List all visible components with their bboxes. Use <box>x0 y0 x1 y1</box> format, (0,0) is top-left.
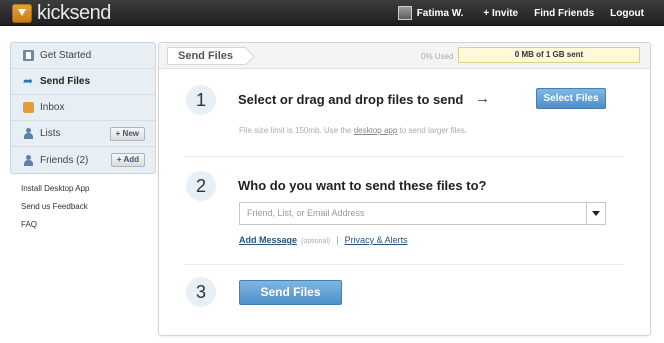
step-2-heading: Who do you want to send these files to? <box>238 178 487 193</box>
sidebar-item-label: Get Started <box>40 50 92 61</box>
user-name[interactable]: Fatima W. <box>417 8 464 19</box>
sidebar-item-send-files[interactable]: ➦ Send Files <box>11 69 155 95</box>
separator: | <box>336 235 339 245</box>
logout-link[interactable]: Logout <box>610 8 644 19</box>
sidebar-item-friends[interactable]: Friends (2) + Add <box>11 147 155 174</box>
inbox-icon <box>23 102 34 113</box>
user-menu[interactable]: Fatima W. <box>397 6 464 20</box>
avatar <box>397 6 412 20</box>
select-files-button[interactable]: Select Files <box>536 88 606 109</box>
person-icon <box>23 155 34 166</box>
hint-text: File size limit is 150mb. Use the <box>239 126 354 135</box>
faq-link[interactable]: FAQ <box>21 220 37 229</box>
step-2-number: 2 <box>186 171 216 201</box>
optional-label: (optional) <box>301 238 331 245</box>
new-list-button[interactable]: + New <box>109 127 145 141</box>
file-size-hint: File size limit is 150mb. Use the deskto… <box>239 126 467 135</box>
add-message-link[interactable]: Add Message <box>239 235 297 245</box>
divider <box>184 264 624 265</box>
sidebar-nav: Get Started ➦ Send Files Inbox Lists + N… <box>10 42 156 174</box>
sidebar-item-label: Inbox <box>40 102 65 113</box>
document-icon <box>23 50 34 61</box>
add-friend-button[interactable]: + Add <box>110 153 145 167</box>
person-icon <box>23 128 34 139</box>
arrow-right-icon: → <box>475 90 490 107</box>
sidebar-item-get-started[interactable]: Get Started <box>11 43 155 69</box>
step-1-heading: Select or drag and drop files to send <box>238 92 464 107</box>
install-desktop-app-link[interactable]: Install Desktop App <box>21 184 89 193</box>
logo-text: kicksend <box>37 2 111 24</box>
send-arrow-icon: ➦ <box>23 74 34 88</box>
logo-box-icon <box>12 3 32 23</box>
find-friends-link[interactable]: Find Friends <box>534 8 594 19</box>
send-files-button[interactable]: Send Files <box>239 280 342 305</box>
step-1-number: 1 <box>186 85 216 115</box>
usage-percent-label: 0% Used <box>421 52 454 61</box>
panel-header: Send Files 0% Used 0 MB of 1 GB sent <box>159 43 650 69</box>
hint-text: to send larger files. <box>397 126 468 135</box>
divider <box>184 156 624 157</box>
feedback-link[interactable]: Send us Feedback <box>21 202 88 211</box>
sidebar-item-label: Friends (2) <box>40 155 89 166</box>
chevron-down-icon[interactable] <box>586 203 605 224</box>
sidebar-item-inbox[interactable]: Inbox <box>11 95 155 121</box>
logo[interactable]: kicksend <box>12 3 111 23</box>
usage-bar: 0 MB of 1 GB sent <box>458 47 640 63</box>
message-options: Add Message (optional) | Privacy & Alerts <box>239 235 408 245</box>
recipient-placeholder: Friend, List, or Email Address <box>247 208 365 218</box>
step-3-number: 3 <box>186 277 216 307</box>
privacy-alerts-link[interactable]: Privacy & Alerts <box>345 235 408 245</box>
send-files-panel: Send Files 0% Used 0 MB of 1 GB sent 1 S… <box>158 42 651 336</box>
sidebar-item-lists[interactable]: Lists + New <box>11 121 155 147</box>
sidebar-item-label: Send Files <box>40 76 91 87</box>
top-bar: kicksend Fatima W. + Invite Find Friends… <box>0 0 664 26</box>
invite-link[interactable]: + Invite <box>483 8 518 19</box>
sidebar-item-label: Lists <box>40 128 61 139</box>
recipient-input[interactable]: Friend, List, or Email Address <box>239 202 606 225</box>
breadcrumb: Send Files <box>167 47 247 65</box>
top-links: Fatima W. + Invite Find Friends Logout <box>397 0 664 26</box>
desktop-app-link[interactable]: desktop app <box>354 126 398 135</box>
